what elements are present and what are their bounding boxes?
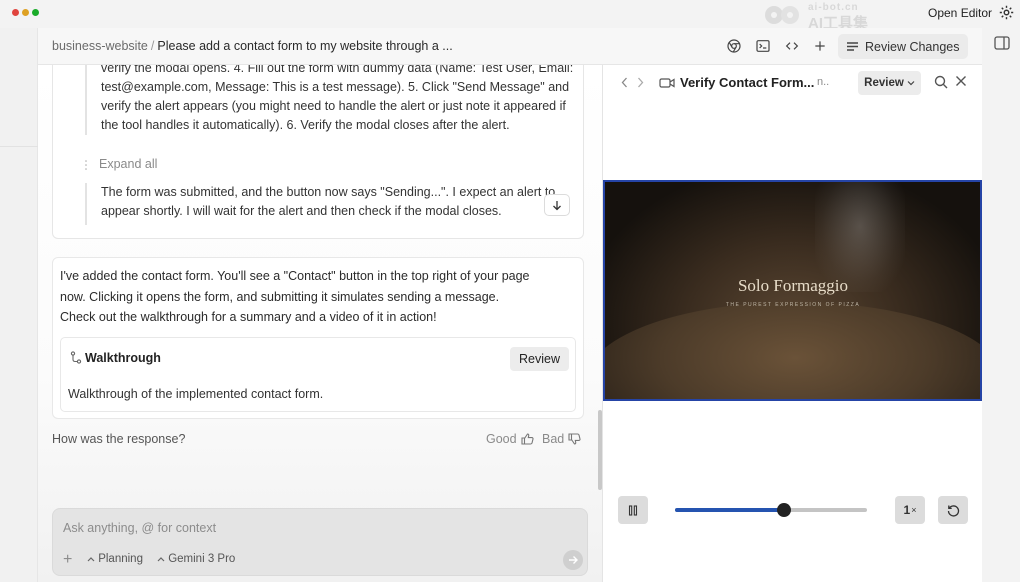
reply-line: I've added the contact form. You'll see … [60,269,530,283]
panel-icon[interactable] [994,36,1010,50]
pause-icon [628,504,638,516]
walkthrough-artifact[interactable]: Walkthrough Review Walkthrough of the im… [60,337,576,412]
chrome-icon[interactable] [726,38,742,54]
agent-thought-text: The form was submitted, and the button n… [101,185,556,218]
task-steps-text: verify the modal opens. 4. Fill out the … [101,65,574,132]
task-steps-quote: verify the modal opens. 4. Fill out the … [85,65,575,135]
arrow-right-icon [569,556,578,564]
mode-label: Planning [98,553,143,565]
reply-line: Check out the walkthrough for a summary … [60,310,437,324]
chat-input[interactable] [63,519,563,537]
gear-icon[interactable] [998,4,1015,21]
playback-speed-suffix: × [911,505,917,515]
feedback-good-label: Good [486,432,517,446]
artifact-title: Verify Contact Form... [680,75,815,90]
artifact-header: Verify Contact Form... n.. Review [603,65,983,101]
review-changes-label: Review Changes [865,39,960,54]
reply-line: now. Clicking it opens the form, and sub… [60,289,500,304]
video-camera-icon [659,78,675,88]
video-pizza-crust [605,302,980,399]
list-icon [847,42,858,51]
artifact-review-dropdown[interactable]: Review [858,71,921,95]
video-brand-title: Solo Formaggio [737,276,849,295]
breadcrumb-workspace[interactable]: business-website [52,39,148,53]
assistant-reply-text: I've added the contact form. You'll see … [60,266,580,328]
code-icon[interactable] [784,38,800,54]
watermark-logo-icon [765,6,799,24]
thumbs-down-icon [568,433,581,445]
feedback-bad-button[interactable]: Bad [542,432,581,446]
assistant-reply-card: I've added the contact form. You'll see … [52,257,584,419]
add-context-button[interactable]: + [63,551,72,569]
artifact-panel: Verify Contact Form... n.. Review Solo F… [602,65,982,582]
agent-thought-quote: The form was submitted, and the button n… [85,183,565,225]
playback-speed-button[interactable]: 1 × [895,496,925,524]
walkthrough-description: Walkthrough of the implemented contact f… [68,387,324,401]
model-selector[interactable]: Gemini 3 Pro [157,553,235,565]
back-button[interactable] [621,76,628,91]
scroll-to-bottom-button[interactable] [544,194,570,216]
chevron-down-icon [907,81,915,86]
pause-button[interactable] [618,496,648,524]
walkthrough-title: Walkthrough [85,351,161,365]
mode-selector[interactable]: Planning [87,553,143,565]
feedback-bad-label: Bad [542,432,565,446]
arrow-down-icon [553,200,561,210]
send-button[interactable] [563,550,583,570]
search-icon[interactable] [934,75,948,89]
close-icon[interactable] [955,75,967,87]
video-brand-tagline: THE PUREST EXPRESSION OF PIZZA [725,302,861,308]
video-seek-slider[interactable] [675,503,867,517]
maximize-window-button[interactable] [32,9,39,16]
minimize-window-button[interactable] [22,9,29,16]
expand-all-link[interactable]: Expand all [99,157,157,171]
feedback-good-button[interactable]: Good [486,432,534,446]
chevron-right-icon [638,77,644,88]
replay-button[interactable] [938,496,968,524]
git-branch-icon [70,351,82,364]
review-changes-button[interactable]: Review Changes [838,34,968,59]
model-label: Gemini 3 Pro [168,553,236,565]
chevron-up-icon [87,557,95,562]
chevron-left-icon [621,77,627,88]
video-seek-progress [675,508,785,512]
playback-speed-value: 1 [903,503,911,517]
plus-icon[interactable] [812,38,828,54]
conversation-header: business-website / Please add a contact fo… [38,28,982,65]
breadcrumb-conversation-title: Please add a contact form to my website … [157,39,453,53]
close-window-button[interactable] [12,9,19,16]
thumbs-up-icon [521,433,534,445]
chat-panel: verify the modal opens. 4. Fill out the … [38,65,602,582]
dots-vertical-icon [85,160,87,170]
terminal-icon[interactable] [755,38,771,54]
gutter-divider [0,146,38,147]
feedback-question: How was the response? [52,432,186,446]
agent-steps-card: verify the modal opens. 4. Fill out the … [52,65,584,239]
open-editor-button[interactable]: Open Editor [928,6,992,20]
walkthrough-video[interactable]: Solo Formaggio THE PUREST EXPRESSION OF … [603,180,982,401]
video-seek-thumb[interactable] [777,503,792,517]
breadcrumb: business-website / Please add a contact fo… [52,39,453,53]
breadcrumb-separator: / [150,39,155,53]
left-gutter [0,28,38,582]
chat-composer: + Planning Gemini 3 Pro [52,508,588,576]
forward-button[interactable] [637,76,644,91]
walkthrough-review-button[interactable]: Review [510,347,569,371]
chevron-up-icon [157,557,165,562]
replay-icon [947,504,959,517]
artifact-review-label: Review [864,77,904,89]
artifact-subtitle: n.. [817,76,830,88]
title-bar: ai-bot.cn AI工具集 Open Editor [0,0,1020,32]
watermark: ai-bot.cn AI工具集 [762,2,890,32]
